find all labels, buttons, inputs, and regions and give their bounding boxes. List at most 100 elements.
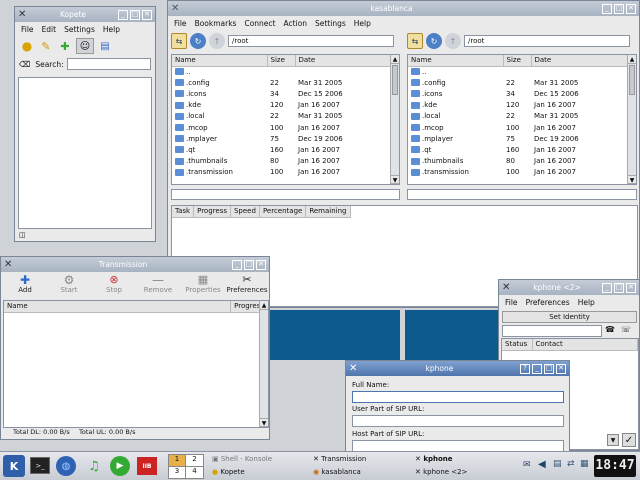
network-icon[interactable]: ⇄ (567, 459, 575, 469)
task-transmission[interactable]: ✕ Transmission (313, 455, 366, 463)
start-button[interactable]: ⚙ Start (55, 274, 83, 294)
torrent-list[interactable]: Name Progress ▲ ▼ (3, 300, 269, 428)
file-row[interactable]: .icons 34 Dec 15 2006 (172, 88, 399, 99)
sip-url-input[interactable] (502, 325, 602, 337)
file-row[interactable]: .local 22 Mar 31 2005 (408, 111, 636, 122)
accept-checkmark-icon[interactable]: ✓ (622, 433, 636, 447)
terminal-icon[interactable]: >_ (30, 457, 50, 474)
close-button[interactable]: ✕ (626, 3, 636, 14)
kasablanca-titlebar[interactable]: ✕ kasablanca _ □ ✕ (168, 1, 639, 16)
task-kphone[interactable]: ✕ kphone (415, 455, 453, 463)
volume-icon[interactable]: ◀ (538, 459, 546, 470)
left-file-list[interactable]: Name Size Date .. .config 22 Mar 31 2005 .ic… (171, 54, 400, 185)
file-row[interactable]: .local 22 Mar 31 2005 (172, 111, 399, 122)
transmission-titlebar[interactable]: ✕ Transmission _ □ ✕ (1, 257, 269, 272)
user-part-input[interactable] (352, 415, 564, 427)
menu-help[interactable]: Help (354, 19, 371, 28)
music-player-icon[interactable]: ♫ (84, 456, 104, 476)
clipboard-icon[interactable]: ▤ (553, 459, 562, 469)
maximize-button[interactable]: □ (614, 3, 624, 14)
file-row[interactable]: .qt 160 Jan 16 2007 (172, 144, 399, 155)
menu-preferences[interactable]: Preferences (526, 298, 570, 307)
col-date[interactable]: Date (531, 55, 636, 67)
file-row[interactable]: .kde 120 Jan 16 2007 (172, 100, 399, 111)
remove-button[interactable]: — Remove (141, 274, 175, 294)
up-icon-right[interactable]: ↑ (445, 33, 461, 49)
menu-edit[interactable]: Edit (42, 25, 57, 34)
file-row[interactable]: .config 22 Mar 31 2005 (408, 77, 636, 88)
connect-icon[interactable]: ⇆ (171, 33, 187, 49)
right-file-list[interactable]: Name Size Date .. .config 22 Mar 31 2005 .ic… (407, 54, 637, 185)
maximize-button[interactable]: □ (244, 259, 254, 270)
menu-settings[interactable]: Settings (64, 25, 95, 34)
col-name[interactable]: Name (4, 301, 232, 313)
left-command-input[interactable] (171, 189, 400, 200)
preferences-button[interactable]: ✂ Preferences (226, 274, 268, 295)
desktop-1[interactable]: 1 (169, 455, 186, 467)
minimize-button[interactable]: _ (602, 3, 612, 14)
contact-list[interactable] (18, 77, 152, 229)
file-row[interactable]: .config 22 Mar 31 2005 (172, 77, 399, 88)
groups-icon[interactable]: ▤ (97, 38, 113, 54)
minimize-button[interactable]: _ (532, 363, 542, 374)
desktop-4[interactable]: 4 (186, 467, 203, 479)
file-row[interactable]: .icons 34 Dec 15 2006 (408, 88, 636, 99)
kopete-titlebar[interactable]: ✕ Kopete _ □ ✕ (15, 7, 155, 22)
left-path-input[interactable]: /root (228, 35, 394, 47)
file-row[interactable]: .thumbnails 80 Jan 16 2007 (408, 156, 636, 167)
file-row[interactable]: .. (408, 66, 636, 77)
file-row[interactable]: .transmission 100 Jan 16 2007 (408, 167, 636, 178)
file-row[interactable]: .. (172, 66, 399, 77)
menu-help[interactable]: Help (103, 25, 120, 34)
full-name-input[interactable] (352, 391, 564, 403)
right-path-input[interactable]: /root (464, 35, 630, 47)
menu-settings[interactable]: Settings (315, 19, 346, 28)
edit-icon[interactable]: ✎ (38, 38, 54, 54)
col-date[interactable]: Date (295, 55, 399, 67)
torrent-scrollbar[interactable]: ▲ ▼ (259, 301, 268, 427)
kphone-titlebar[interactable]: ✕ kphone ? _ □ ✕ (346, 361, 569, 376)
menu-file[interactable]: File (505, 298, 518, 307)
refresh-icon-right[interactable]: ↻ (426, 33, 442, 49)
dropdown-arrow[interactable]: ▼ (607, 434, 619, 446)
queue-col-progress[interactable]: Progress (193, 206, 231, 218)
kphone2-titlebar[interactable]: ✕ kphone <2> _ □ ✕ (499, 280, 639, 295)
menu-bookmarks[interactable]: Bookmarks (195, 19, 237, 28)
show-offline-users-icon[interactable]: ☺ (76, 38, 94, 54)
desktop-icon[interactable]: ▦ (580, 459, 589, 469)
add-button[interactable]: ✚ Add (11, 274, 39, 294)
col-contact[interactable]: Contact (532, 339, 638, 351)
left-scrollbar[interactable]: ▲ ▼ (390, 55, 399, 184)
desktop-3[interactable]: 3 (169, 466, 186, 478)
file-row[interactable]: .transmission 100 Jan 16 2007 (172, 167, 399, 178)
minimize-button[interactable]: _ (232, 259, 242, 270)
close-button[interactable]: ✕ (256, 259, 266, 270)
phonebook-icon[interactable]: ☎ (605, 325, 615, 334)
office-icon[interactable]: IIB (137, 457, 157, 475)
close-button[interactable]: ✕ (142, 9, 152, 20)
file-row[interactable]: .kde 120 Jan 16 2007 (408, 100, 636, 111)
col-name[interactable]: Name (408, 55, 504, 67)
mail-icon[interactable]: ✉ (523, 460, 531, 470)
menu-help[interactable]: Help (578, 298, 595, 307)
maximize-button[interactable]: □ (614, 282, 624, 293)
kde-menu-icon[interactable]: K (3, 455, 25, 477)
file-row[interactable]: .mplayer 75 Dec 19 2006 (172, 133, 399, 144)
task-kopete[interactable]: ● Kopete (212, 468, 245, 476)
file-row[interactable]: .mplayer 75 Dec 19 2006 (408, 133, 636, 144)
status-online-icon[interactable]: ● (19, 38, 35, 54)
queue-col-speed[interactable]: Speed (230, 206, 260, 218)
up-icon[interactable]: ↑ (209, 33, 225, 49)
add-contact-icon[interactable]: ✚ (57, 38, 73, 54)
close-button[interactable]: ✕ (556, 363, 566, 374)
menu-connect[interactable]: Connect (244, 19, 275, 28)
media-player-icon[interactable]: ▶ (110, 456, 130, 476)
col-name[interactable]: Name (172, 55, 268, 67)
task-konsole[interactable]: ▣ Shell - Konsole (212, 455, 272, 463)
clock[interactable]: 18:47 (594, 455, 636, 477)
refresh-icon[interactable]: ↻ (190, 33, 206, 49)
file-row[interactable]: .mcop 100 Jan 16 2007 (408, 122, 636, 133)
search-input[interactable] (66, 58, 151, 70)
task-kasablanca[interactable]: ◉ kasablanca (313, 468, 361, 476)
clear-search-icon[interactable]: ⌫ (19, 60, 30, 69)
